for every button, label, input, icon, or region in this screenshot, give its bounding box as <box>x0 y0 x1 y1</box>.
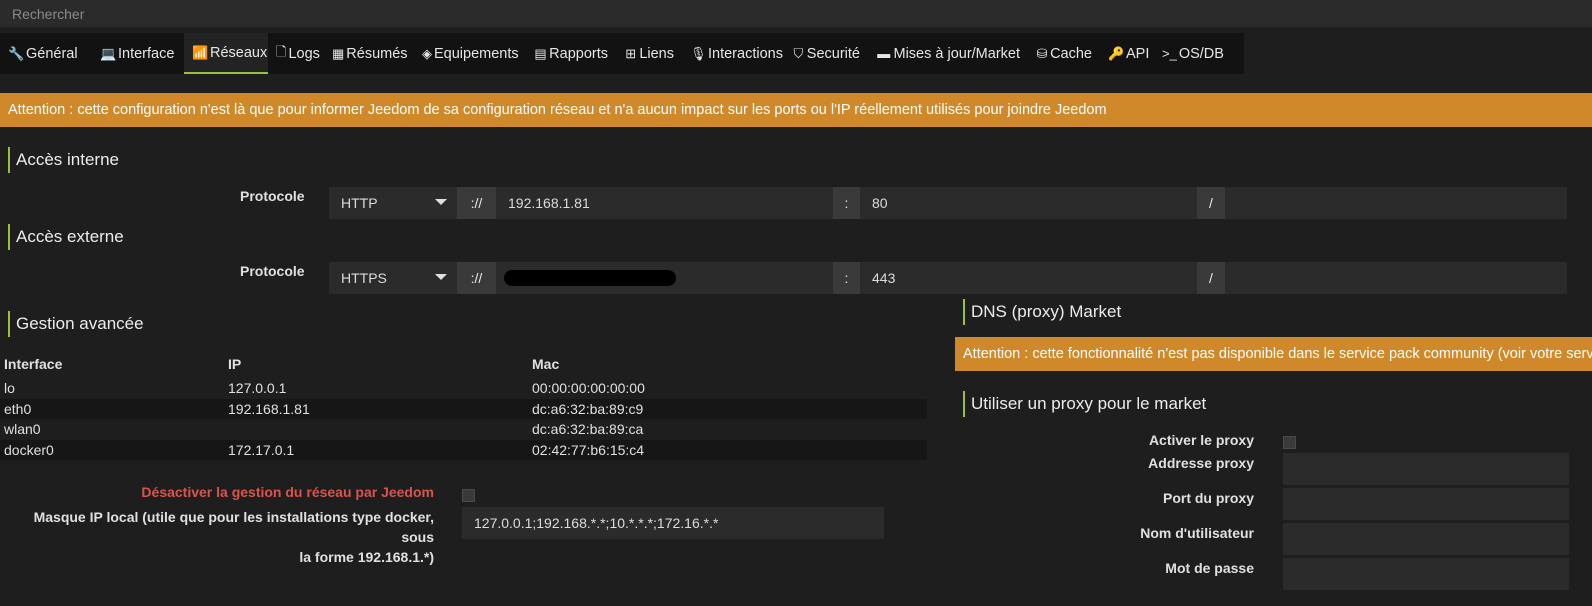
internal-path-input[interactable] <box>1225 187 1567 219</box>
column-header: Mac <box>532 356 560 372</box>
external-path-input[interactable] <box>1225 262 1567 294</box>
column-header: IP <box>228 356 242 372</box>
table-row: eth0 192.168.1.81 dc:a6:32:ba:89:c9 <box>0 398 927 419</box>
file-icon: 🗋 <box>276 43 287 59</box>
wrench-icon: 🔧 <box>8 45 25 61</box>
enable-proxy-checkbox[interactable] <box>1283 436 1296 449</box>
proxy-password-input[interactable] <box>1283 558 1569 590</box>
table-cell: wlan0 <box>4 421 41 438</box>
table-cell: dc:a6:32:ba:89:ca <box>532 421 644 438</box>
advanced-title: Gestion avancée <box>8 311 144 337</box>
credit-card-icon: ▬ <box>877 46 891 61</box>
internal-access-title: Accès interne <box>8 147 119 173</box>
external-scheme-separator: :// <box>457 262 496 294</box>
tab-resumes[interactable]: ▦ Résumés <box>324 33 414 74</box>
external-port-input[interactable]: 443 <box>860 262 1197 294</box>
proxy-password-label: Mot de passe <box>1165 560 1254 576</box>
tab-equipements[interactable]: ◈ Equipements <box>414 33 526 74</box>
external-access-title: Accès externe <box>8 224 124 250</box>
tab-interface[interactable]: 💻 Interface <box>92 33 184 74</box>
tab-rapports[interactable]: ▤ Rapports <box>526 33 616 74</box>
tab-reseaux[interactable]: 📶 Réseaux <box>184 33 268 74</box>
table-cell: 127.0.0.1 <box>228 380 287 397</box>
shield-icon: ⛉ <box>793 45 804 61</box>
disable-network-checkbox[interactable] <box>462 489 475 502</box>
chevron-down-icon <box>435 274 447 280</box>
internal-host-input[interactable]: 192.168.1.81 <box>496 187 833 219</box>
terminal-icon: >_ <box>1162 46 1177 61</box>
internal-port-separator: : <box>833 187 860 219</box>
network-warning: Attention : cette configuration n'est là… <box>0 93 1592 127</box>
tab-securite[interactable]: ⛉ Securité <box>784 33 868 74</box>
table-cell: docker0 <box>0 439 224 460</box>
dns-market-warning: Attention : cette fonctionnalité n'est p… <box>955 337 1592 371</box>
external-port-separator: : <box>833 262 860 294</box>
tab-liens[interactable]: ⊞ Liens <box>616 33 682 74</box>
tab-logs[interactable]: 🗋 Logs <box>268 33 324 74</box>
table-cell: lo <box>4 380 15 397</box>
tab-cache[interactable]: ⛁ Cache <box>1028 33 1100 74</box>
enable-proxy-label: Activer le proxy <box>1148 432 1254 448</box>
table-cell: 172.17.0.1 <box>224 439 528 460</box>
internal-port-input[interactable]: 80 <box>860 187 1197 219</box>
tab-interactions[interactable]: 🎙 Interactions <box>682 33 784 74</box>
sitemap-icon: ⊞ <box>625 45 637 61</box>
microphone-icon: 🎙 <box>690 45 707 61</box>
table-cell: eth0 <box>0 398 224 419</box>
internal-scheme-separator: :// <box>457 187 496 219</box>
proxy-address-label: Addresse proxy <box>1148 455 1254 471</box>
proxy-username-input[interactable] <box>1283 523 1569 555</box>
internal-protocol-select[interactable]: HTTP <box>329 187 457 219</box>
table-cell <box>224 419 528 440</box>
ip-mask-label: Masque IP local (utile que pour les inst… <box>33 509 434 565</box>
external-protocol-label: Protocole <box>240 263 305 279</box>
cube-icon: ◈ <box>422 45 432 61</box>
table-cell: dc:a6:32:ba:89:c9 <box>528 398 927 419</box>
interfaces-table: Interface IP Mac lo 127.0.0.1 00:00:00:0… <box>0 350 927 460</box>
proxy-title: Utiliser un proxy pour le market <box>963 391 1206 417</box>
tab-api[interactable]: 🔑 API <box>1100 33 1154 74</box>
column-header: Interface <box>4 356 63 372</box>
proxy-username-label: Nom d'utilisateur <box>1140 525 1254 541</box>
search-input[interactable] <box>0 0 1592 27</box>
redaction-scribble <box>504 270 676 286</box>
table-row: lo 127.0.0.1 00:00:00:00:00:00 <box>0 378 927 399</box>
internal-path-separator: / <box>1197 187 1225 219</box>
hdd-icon: ⛁ <box>1036 45 1048 61</box>
disable-network-label: Désactiver la gestion du réseau par Jeed… <box>141 484 434 500</box>
key-icon: 🔑 <box>1108 45 1125 61</box>
chevron-down-icon <box>435 199 447 205</box>
table-row: docker0 172.17.0.1 02:42:77:b6:15:c4 <box>0 439 927 460</box>
tab-general[interactable]: 🔧 Général <box>0 33 92 74</box>
tab-osdb[interactable]: >_ OS/DB <box>1154 33 1224 74</box>
internal-protocol-label: Protocole <box>240 188 305 204</box>
rss-icon: 📶 <box>192 44 209 60</box>
laptop-icon: 💻 <box>100 45 117 61</box>
settings-tabs: 🔧 Général 💻 Interface 📶 Réseaux 🗋 Logs ▦ Résu… <box>0 33 1244 74</box>
table-cell: 00:00:00:00:00:00 <box>532 380 645 397</box>
dns-market-title: DNS (proxy) Market <box>963 299 1121 325</box>
table-cell: 192.168.1.81 <box>224 398 528 419</box>
external-protocol-select[interactable]: HTTPS <box>329 262 457 294</box>
table-row: wlan0 dc:a6:32:ba:89:ca <box>0 419 927 440</box>
report-icon: ▤ <box>534 45 547 61</box>
proxy-address-input[interactable] <box>1283 453 1569 485</box>
external-host-input[interactable] <box>496 262 833 294</box>
table-cell: 02:42:77:b6:15:c4 <box>528 439 927 460</box>
proxy-port-input[interactable] <box>1283 488 1569 520</box>
external-path-separator: / <box>1197 262 1225 294</box>
table-icon: ▦ <box>332 45 345 61</box>
ip-mask-input[interactable]: 127.0.0.1;192.168.*.*;10.*.*.*;172.16.*.… <box>462 507 884 539</box>
proxy-port-label: Port du proxy <box>1162 490 1254 506</box>
tab-mises-a-jour[interactable]: ▬ Mises à jour/Market <box>868 33 1028 74</box>
